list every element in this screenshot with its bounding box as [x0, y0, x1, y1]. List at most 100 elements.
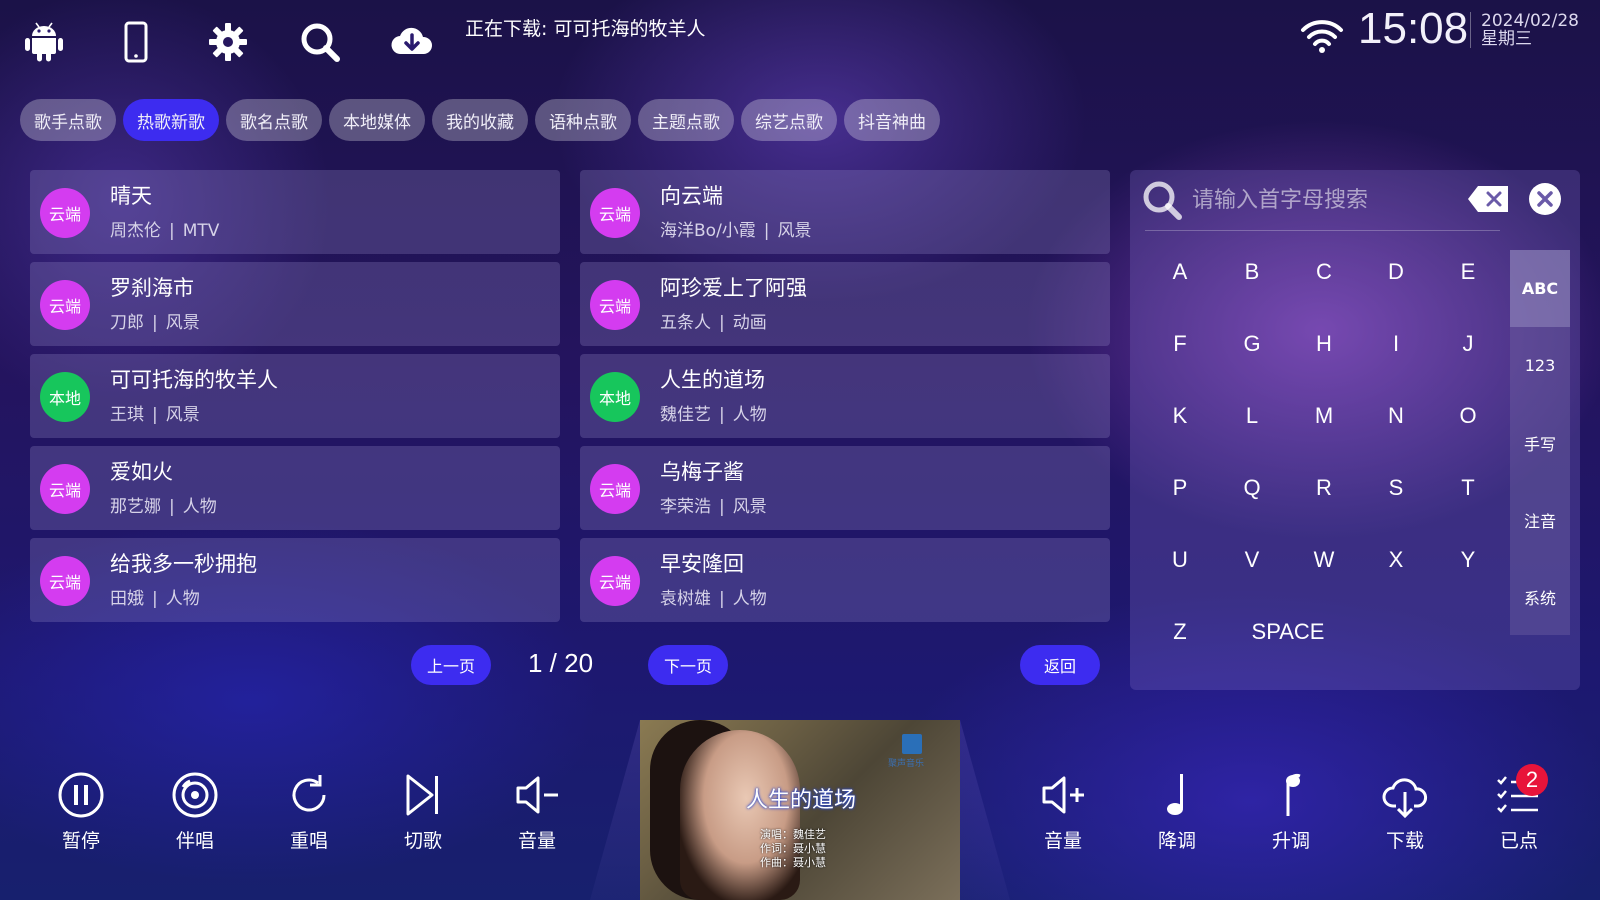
key-l[interactable]: L: [1232, 396, 1272, 436]
song-item[interactable]: 本地 人生的道场 魏佳艺 | 人物: [580, 354, 1110, 438]
song-item[interactable]: 云端 晴天 周杰伦 | MTV: [30, 170, 560, 254]
song-artist: 魏佳艺: [660, 405, 711, 425]
song-title: 给我多一秒拥抱: [110, 552, 257, 576]
cloud-download-icon[interactable]: [388, 18, 436, 66]
mode-123[interactable]: 123: [1510, 327, 1570, 404]
replay-label: 重唱: [289, 830, 328, 852]
key-n[interactable]: N: [1376, 396, 1416, 436]
song-item[interactable]: 云端 乌梅子酱 李荣浩 | 风景: [580, 446, 1110, 530]
skip-icon: [406, 774, 438, 816]
download-status-text: 正在下载: 可可托海的牧羊人: [465, 18, 706, 40]
key-d[interactable]: D: [1376, 252, 1416, 292]
playlist-button[interactable]: 2 已点: [1484, 764, 1554, 860]
key-p[interactable]: P: [1160, 468, 1200, 508]
key-g[interactable]: G: [1232, 324, 1272, 364]
song-item[interactable]: 云端 阿珍爱上了阿强 五条人 | 动画: [580, 262, 1110, 346]
phone-icon[interactable]: [112, 18, 160, 66]
key-s[interactable]: S: [1376, 468, 1416, 508]
pitch-up-icon: [1286, 774, 1301, 816]
tab-local-media[interactable]: 本地媒体: [329, 99, 425, 141]
key-w[interactable]: W: [1304, 540, 1344, 580]
credit-singer: 演唱：魏佳艺: [760, 828, 826, 841]
song-item[interactable]: 云端 给我多一秒拥抱 田娥 | 人物: [30, 538, 560, 622]
tab-variety[interactable]: 综艺点歌: [741, 99, 837, 141]
tab-song-name[interactable]: 歌名点歌: [226, 99, 322, 141]
key-y[interactable]: Y: [1448, 540, 1488, 580]
volume-down-icon: [516, 776, 558, 814]
accompany-button[interactable]: 伴唱: [160, 770, 230, 860]
tab-favorites[interactable]: 我的收藏: [432, 99, 528, 141]
replay-button[interactable]: 重唱: [274, 770, 344, 860]
gear-icon[interactable]: [204, 18, 252, 66]
tab-language[interactable]: 语种点歌: [535, 99, 631, 141]
clock-time: 15:08: [1358, 4, 1469, 53]
song-item[interactable]: 云端 早安隆回 袁树雄 | 人物: [580, 538, 1110, 622]
source-badge: 云端: [40, 280, 90, 330]
volume-up-icon: [1042, 776, 1084, 814]
letter-search-panel: 请输入首字母搜索 A B C D E F G H I J K L M N O P…: [1130, 170, 1580, 690]
close-icon[interactable]: [1528, 182, 1562, 216]
download-icon: [1382, 778, 1427, 819]
divider: [1145, 230, 1500, 231]
next-page-button[interactable]: 下一页: [648, 645, 728, 685]
pause-button[interactable]: 暂停: [46, 770, 116, 860]
source-badge: 云端: [40, 464, 90, 514]
key-z[interactable]: Z: [1160, 612, 1200, 652]
key-c[interactable]: C: [1304, 252, 1344, 292]
tab-douyin[interactable]: 抖音神曲: [844, 99, 940, 141]
song-item[interactable]: 本地 可可托海的牧羊人 王琪 | 风景: [30, 354, 560, 438]
pitch-down-label: 降调: [1157, 830, 1196, 852]
video-preview[interactable]: 聚声音乐 人生的道场 演唱：魏佳艺 作词：聂小慧 作曲：聂小慧: [640, 720, 960, 900]
key-k[interactable]: K: [1160, 396, 1200, 436]
song-category: 人物: [732, 405, 767, 425]
pitch-down-button[interactable]: 降调: [1142, 770, 1212, 860]
android-icon[interactable]: [20, 18, 68, 66]
key-e[interactable]: E: [1448, 252, 1488, 292]
video-credits: 演唱：魏佳艺 作词：聂小慧 作曲：聂小慧: [760, 828, 826, 870]
key-x[interactable]: X: [1376, 540, 1416, 580]
tab-hot-new[interactable]: 热歌新歌: [123, 99, 219, 141]
key-f[interactable]: F: [1160, 324, 1200, 364]
key-t[interactable]: T: [1448, 468, 1488, 508]
pitch-up-button[interactable]: 升调: [1256, 770, 1326, 860]
search-icon[interactable]: [296, 18, 344, 66]
key-i[interactable]: I: [1376, 324, 1416, 364]
key-q[interactable]: Q: [1232, 468, 1272, 508]
mode-abc[interactable]: ABC: [1510, 250, 1570, 327]
search-input[interactable]: 请输入首字母搜索: [1192, 182, 1368, 214]
song-category: 人物: [165, 589, 200, 609]
tab-theme[interactable]: 主题点歌: [638, 99, 734, 141]
key-b[interactable]: B: [1232, 252, 1272, 292]
key-j[interactable]: J: [1448, 324, 1488, 364]
song-artist: 王琪: [110, 405, 144, 425]
key-r[interactable]: R: [1304, 468, 1344, 508]
source-badge: 云端: [590, 188, 640, 238]
mode-system[interactable]: 系统: [1510, 558, 1570, 635]
key-h[interactable]: H: [1304, 324, 1344, 364]
download-button[interactable]: 下载: [1370, 770, 1440, 860]
backspace-icon[interactable]: [1468, 186, 1508, 212]
prev-page-button[interactable]: 上一页: [411, 645, 491, 685]
song-item[interactable]: 云端 向云端 海洋Bo/小霞 | 风景: [580, 170, 1110, 254]
mode-zhuyin[interactable]: 注音: [1510, 481, 1570, 558]
song-title: 早安隆回: [660, 552, 744, 576]
song-title: 晴天: [110, 184, 152, 208]
back-button[interactable]: 返回: [1020, 645, 1100, 685]
key-a[interactable]: A: [1160, 252, 1200, 292]
key-space[interactable]: SPACE: [1238, 612, 1338, 652]
skip-button[interactable]: 切歌: [388, 770, 458, 860]
key-m[interactable]: M: [1304, 396, 1344, 436]
song-item[interactable]: 云端 罗刹海市 刀郎 | 风景: [30, 262, 560, 346]
key-u[interactable]: U: [1160, 540, 1200, 580]
weekday-text: 星期三: [1481, 29, 1532, 49]
volume-up-button[interactable]: 音量: [1028, 770, 1098, 860]
tab-singer[interactable]: 歌手点歌: [20, 99, 116, 141]
key-v[interactable]: V: [1232, 540, 1272, 580]
key-o[interactable]: O: [1448, 396, 1488, 436]
download-label: 下载: [1385, 830, 1424, 852]
song-title: 可可托海的牧羊人: [110, 368, 278, 392]
song-artist: 袁树雄: [660, 589, 711, 609]
mode-handwriting[interactable]: 手写: [1510, 404, 1570, 481]
volume-down-button[interactable]: 音量: [502, 770, 572, 860]
song-item[interactable]: 云端 爱如火 那艺娜 | 人物: [30, 446, 560, 530]
